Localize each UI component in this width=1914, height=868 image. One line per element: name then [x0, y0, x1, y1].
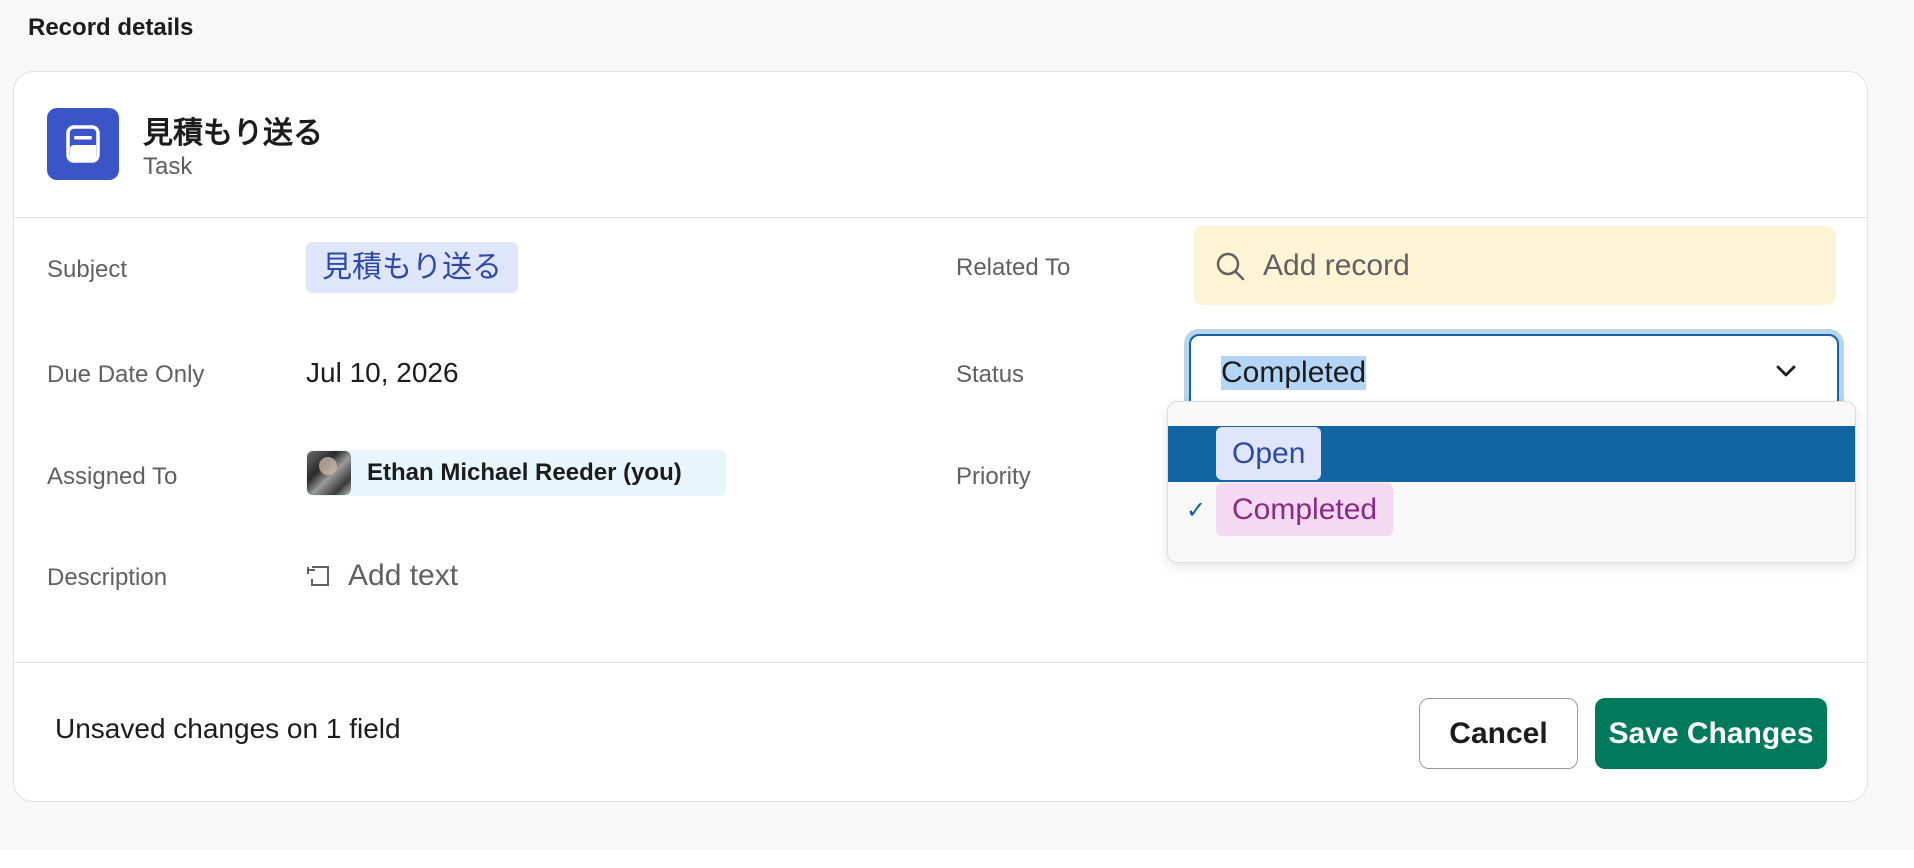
description-label: Description	[47, 564, 168, 591]
assignee-name: Ethan Michael Reeder (you)	[367, 459, 682, 486]
record-header: 見積もり送る Task	[14, 72, 1867, 218]
page-title: Record details	[28, 14, 194, 41]
unsaved-changes-text: Unsaved changes on 1 field	[55, 713, 401, 744]
related-to-label: Related To	[956, 254, 1071, 281]
subject-value[interactable]: 見積もり送る	[306, 242, 518, 293]
due-date-label: Due Date Only	[47, 361, 205, 388]
assigned-to-label: Assigned To	[47, 463, 178, 490]
record-footer: Unsaved changes on 1 field Cancel Save C…	[14, 662, 1867, 802]
status-value: Completed	[1221, 356, 1367, 390]
description-add-text[interactable]: Add text	[306, 559, 458, 593]
assignee-chip[interactable]: Ethan Michael Reeder (you)	[306, 450, 726, 496]
status-option-open-chip: Open	[1216, 427, 1322, 480]
search-icon	[1216, 252, 1245, 280]
save-changes-button[interactable]: Save Changes	[1595, 698, 1827, 769]
status-label: Status	[956, 361, 1025, 388]
priority-label: Priority	[956, 463, 1031, 490]
related-to-field[interactable]: Add record	[1193, 226, 1836, 305]
add-text-icon	[307, 566, 329, 586]
status-option-open[interactable]: Open	[1168, 426, 1855, 482]
record-type: Task	[143, 153, 193, 180]
status-option-completed[interactable]: ✓ Completed	[1168, 482, 1855, 538]
description-placeholder: Add text	[348, 559, 459, 592]
due-date-value[interactable]: Jul 10, 2026	[306, 357, 459, 389]
status-dropdown-menu: Open ✓ Completed	[1167, 401, 1856, 563]
task-icon	[47, 108, 119, 180]
record-title: 見積もり送る	[143, 117, 323, 150]
cancel-button[interactable]: Cancel	[1419, 698, 1578, 769]
subject-label: Subject	[47, 256, 128, 283]
status-select[interactable]: Completed	[1189, 334, 1839, 410]
related-to-placeholder: Add record	[1263, 248, 1410, 282]
avatar	[307, 451, 351, 495]
status-option-completed-chip: Completed	[1216, 483, 1394, 536]
check-icon: ✓	[1186, 497, 1207, 524]
chevron-down-icon	[1776, 365, 1796, 377]
